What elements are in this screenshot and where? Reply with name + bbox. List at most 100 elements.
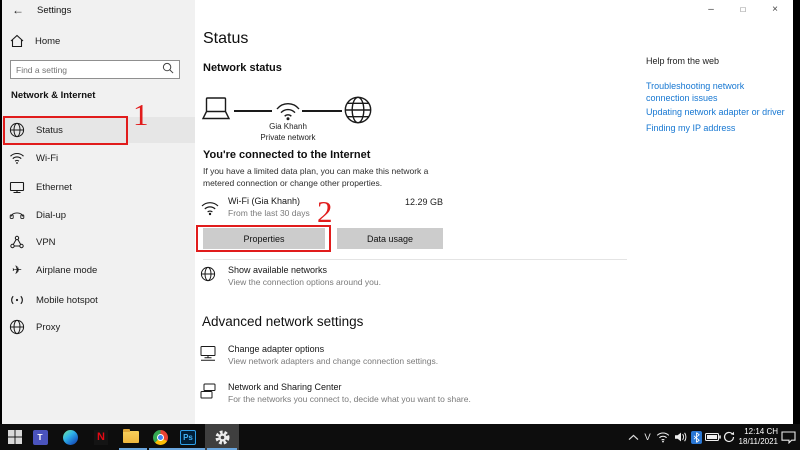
netflix-icon: N [94,430,108,445]
sharing-title: Network and Sharing Center [228,382,342,392]
sharing-subtitle: For the networks you connect to, decide … [228,394,471,404]
taskbar-app-photoshop[interactable]: Ps [174,424,202,450]
sidebar-item-home[interactable]: Home [9,33,60,49]
volume-icon[interactable] [672,424,688,450]
adapter-title: Change adapter options [228,344,324,354]
start-button[interactable] [1,424,29,450]
help-heading: Help from the web [646,56,719,66]
home-icon [9,33,25,49]
action-center-button[interactable] [779,424,797,450]
sidebar-item-label: Airplane mode [36,265,97,276]
maximize-button[interactable]: □ [727,0,759,19]
wifi-adapter-name: Wi-Fi (Gia Khanh) [228,196,300,206]
clock-time: 12:14 CH [735,427,778,437]
window-title: Settings [37,5,71,16]
clock-date: 18/11/2021 [735,437,778,447]
adapter-subtitle: View network adapters and change connect… [228,356,438,366]
window-controls: – □ × [695,0,791,19]
network-caption: Gia Khanh Private network [243,121,333,143]
sidebar-item-label: VPN [36,237,56,248]
gear-icon [215,430,230,445]
annotation-number-2: 2 [317,196,333,227]
advanced-settings-heading: Advanced network settings [202,314,363,329]
taskbar-app-teams[interactable]: T [26,424,54,450]
sidebar-item-vpn[interactable]: VPN [2,229,195,255]
wifi-icon [9,150,25,166]
minimize-button[interactable]: – [695,0,727,19]
help-link-ip-address[interactable]: Finding my IP address [646,122,790,134]
close-button[interactable]: × [759,0,791,19]
help-link-troubleshooting[interactable]: Troubleshooting network connection issue… [646,80,790,104]
battery-icon[interactable] [704,424,722,450]
settings-window: ← Settings Home Network & Internet Statu… [2,0,793,424]
connected-description: If you have a limited data plan, you can… [203,165,428,189]
taskbar-clock[interactable]: 12:14 CH 18/11/2021 [735,424,778,450]
section-divider [203,259,627,260]
sidebar-item-proxy[interactable]: Proxy [2,314,195,340]
wifi-adapter-icon [200,198,220,221]
search-icon [162,61,174,79]
help-link-updating-driver[interactable]: Updating network adapter or driver [646,106,790,118]
sidebar-item-label: Proxy [36,322,60,333]
wifi-tray-icon[interactable] [655,424,671,450]
data-used-value: 12.29 GB [380,197,443,207]
diagram-connector [302,110,342,112]
show-networks-subtitle: View the connection options around you. [228,277,381,287]
taskbar-app-settings[interactable] [205,424,239,450]
sidebar-item-wifi[interactable]: Wi-Fi [2,145,195,171]
dialup-icon [9,207,25,223]
sidebar-item-airplane-mode[interactable]: ✈ Airplane mode [2,257,195,283]
show-hidden-icons-button[interactable] [626,424,640,450]
sidebar-item-label: Wi-Fi [36,153,58,164]
show-networks-title: Show available networks [228,265,327,275]
sidebar-item-label: Home [35,36,60,47]
edge-icon [63,430,78,445]
annotation-box-step2 [196,225,331,252]
annotation-number-1: 1 [133,99,149,130]
annotation-box-step1 [3,116,128,145]
sidebar-item-label: Dial-up [36,210,66,221]
wifi-period: From the last 30 days [228,208,310,218]
taskbar-app-edge[interactable] [56,424,84,450]
network-type: Private network [243,132,333,143]
sidebar-item-dialup[interactable]: Dial-up [2,202,195,228]
internet-globe-icon [344,96,372,129]
bluetooth-icon[interactable] [690,424,703,450]
back-button[interactable]: ← [12,3,24,17]
sharing-icon [199,383,217,404]
sidebar-section-header: Network & Internet [11,90,95,101]
ethernet-icon [9,179,25,195]
data-usage-button[interactable]: Data usage [337,228,443,249]
windows-logo-icon [8,430,22,444]
file-explorer-icon [123,431,139,443]
sidebar-item-mobile-hotspot[interactable]: Mobile hotspot [2,287,195,313]
sync-icon[interactable] [722,424,735,450]
taskbar: T N Ps V [0,424,800,450]
taskbar-app-file-explorer[interactable] [117,424,145,450]
network-name: Gia Khanh [243,121,333,132]
chevron-up-icon [628,434,639,441]
sidebar-item-label: Mobile hotspot [36,295,98,306]
search-input[interactable] [16,65,162,75]
notification-icon [781,431,796,444]
sidebar-item-ethernet[interactable]: Ethernet [2,174,195,200]
teams-icon: T [33,430,48,445]
network-status-heading: Network status [203,62,282,74]
globe-icon [200,266,216,287]
connected-heading: You're connected to the Internet [203,149,370,161]
sidebar: ← Settings Home Network & Internet Statu… [2,0,195,424]
hotspot-icon [9,292,25,308]
taskbar-app-netflix[interactable]: N [87,424,115,450]
search-box[interactable] [10,60,180,79]
sidebar-item-label: Ethernet [36,182,72,193]
vpn-icon [9,234,25,250]
diagram-connector [234,110,272,112]
chrome-icon [153,430,168,445]
airplane-icon: ✈ [9,262,25,278]
adapter-icon [199,345,217,366]
v-app-tray-icon[interactable]: V [641,424,654,450]
taskbar-app-chrome[interactable] [146,424,174,450]
proxy-icon [9,319,25,335]
photoshop-icon: Ps [180,430,196,445]
laptop-icon [200,97,232,128]
